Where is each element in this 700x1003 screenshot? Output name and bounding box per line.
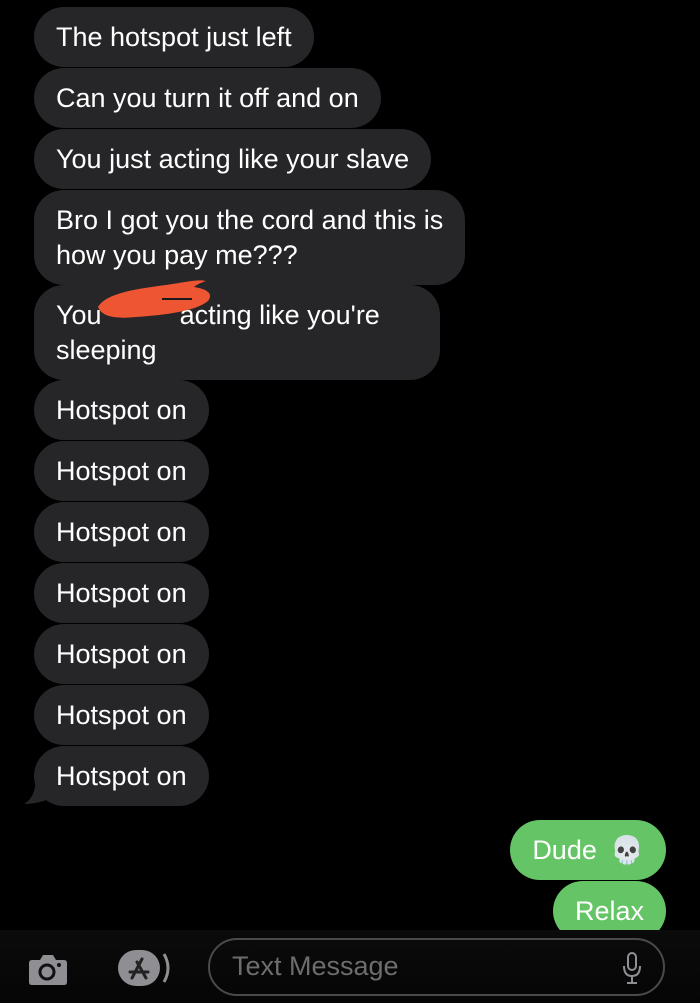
received-message[interactable]: Hotspot on: [34, 624, 209, 684]
text-message-input[interactable]: Text Message: [208, 938, 665, 996]
received-message[interactable]: Hotspot on: [34, 746, 209, 806]
redaction-scribble: [98, 280, 211, 318]
sent-message[interactable]: Relax: [552, 881, 666, 930]
text-message-placeholder: Text Message: [232, 951, 399, 981]
message-text: The hotspot just left: [56, 22, 292, 52]
message-text-line: sleeping: [56, 335, 157, 365]
message-text: Hotspot on: [56, 639, 187, 669]
received-message[interactable]: You just acting like your slave: [34, 129, 432, 189]
message-text: Hotspot on: [56, 456, 187, 486]
received-message[interactable]: Hotspot on: [34, 441, 209, 501]
received-message[interactable]: Bro I got you the cord and this is how y…: [34, 190, 466, 285]
message-text: Hotspot on: [56, 517, 187, 547]
message-text: Relax: [574, 896, 644, 926]
app-store-icon[interactable]: [118, 948, 178, 988]
camera-icon[interactable]: [28, 952, 68, 986]
received-message[interactable]: Hotspot on: [34, 380, 209, 440]
sent-message[interactable]: Dude 💀: [510, 820, 666, 880]
microphone-icon[interactable]: [623, 952, 641, 984]
message-text: Hotspot on: [56, 578, 187, 608]
message-text: Hotspot on: [56, 761, 187, 791]
message-text-line: Bro I got you the cord and this is: [56, 205, 444, 235]
message-text: Dude: [532, 835, 597, 865]
message-text: Can you turn it off and on: [56, 83, 359, 113]
received-message[interactable]: Hotspot on: [34, 685, 209, 745]
received-message[interactable]: Hotspot on: [34, 502, 209, 562]
received-message[interactable]: You acting like you're sleeping: [34, 280, 440, 380]
message-text: Hotspot on: [56, 395, 187, 425]
received-message[interactable]: Hotspot on: [34, 563, 209, 623]
skull-emoji-icon: 💀: [610, 835, 644, 865]
message-text-line: how you pay me???: [56, 240, 298, 270]
message-thread[interactable]: The hotspot just left Can you turn it of…: [0, 0, 700, 930]
message-text: Hotspot on: [56, 700, 187, 730]
received-message[interactable]: The hotspot just left: [34, 7, 314, 67]
message-text-prefix: You: [56, 300, 102, 330]
message-text: You just acting like your slave: [56, 144, 410, 174]
received-message[interactable]: Can you turn it off and on: [34, 68, 381, 128]
